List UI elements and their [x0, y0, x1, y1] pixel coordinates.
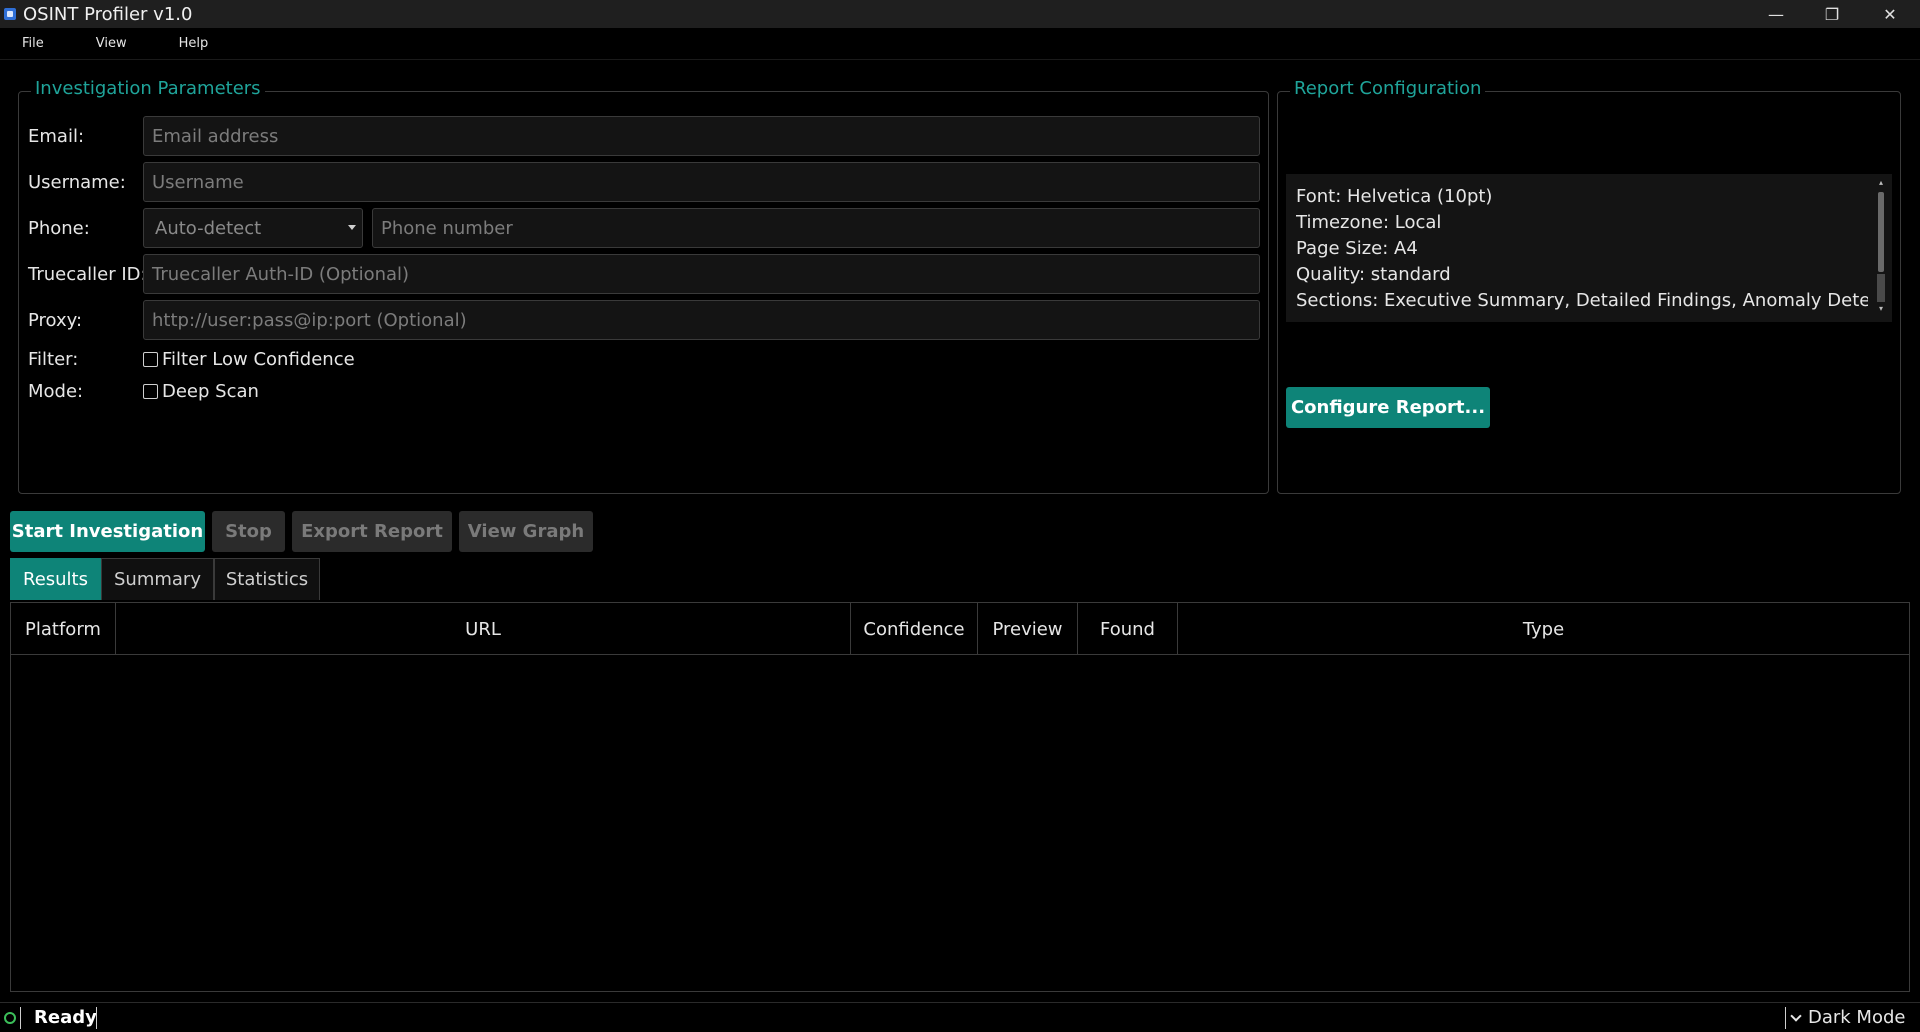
- report-line-page-size: Page Size: A4: [1296, 238, 1418, 259]
- report-line-quality: Quality: standard: [1296, 264, 1451, 285]
- menu-bar: File View Help: [0, 28, 1920, 60]
- column-preview[interactable]: Preview: [978, 603, 1078, 655]
- checkbox-box[interactable]: [143, 384, 158, 399]
- stop-button[interactable]: Stop: [212, 511, 285, 552]
- truecaller-placeholder: Truecaller Auth-ID (Optional): [152, 263, 410, 285]
- dark-mode-toggle[interactable]: Dark Mode: [1790, 1007, 1906, 1028]
- table-header: Platform URL Confidence Preview Found Ty…: [11, 603, 1909, 655]
- chevron-down-icon: [1790, 1009, 1802, 1022]
- report-line-font: Font: Helvetica (10pt): [1296, 186, 1493, 207]
- username-input[interactable]: Username: [143, 162, 1260, 202]
- column-found[interactable]: Found: [1078, 603, 1178, 655]
- report-configuration-title: Report Configuration: [1290, 78, 1486, 99]
- scroll-down-icon[interactable]: ▾: [1876, 304, 1886, 314]
- report-line-timezone: Timezone: Local: [1296, 212, 1442, 233]
- export-report-button[interactable]: Export Report: [292, 511, 452, 552]
- mode-label: Mode:: [28, 381, 84, 402]
- results-table[interactable]: Platform URL Confidence Preview Found Ty…: [10, 602, 1910, 992]
- view-graph-button[interactable]: View Graph: [459, 511, 593, 552]
- username-label: Username:: [28, 172, 126, 193]
- status-indicator-icon: [4, 1012, 16, 1024]
- minimize-icon[interactable]: —: [1748, 0, 1804, 28]
- report-lines: Font: Helvetica (10pt) Timezone: Local P…: [1296, 184, 1868, 314]
- column-platform[interactable]: Platform: [11, 603, 116, 655]
- menu-view[interactable]: View: [85, 36, 138, 51]
- report-line-sections: Sections: Executive Summary, Detailed Fi…: [1296, 290, 1868, 311]
- start-investigation-button[interactable]: Start Investigation: [10, 511, 205, 552]
- menu-file[interactable]: File: [11, 36, 55, 51]
- dark-mode-label: Dark Mode: [1808, 1007, 1906, 1028]
- status-divider: [96, 1007, 97, 1029]
- proxy-label: Proxy:: [28, 310, 83, 331]
- deep-scan-checkbox[interactable]: Deep Scan: [143, 381, 259, 402]
- maximize-icon[interactable]: ❐: [1804, 0, 1860, 28]
- proxy-placeholder: http://user:pass@ip:port (Optional): [152, 309, 467, 331]
- column-url[interactable]: URL: [116, 603, 851, 655]
- status-text: Ready: [34, 1007, 97, 1028]
- status-bar: Ready Dark Mode: [0, 1002, 1920, 1032]
- tab-statistics[interactable]: Statistics: [214, 558, 320, 600]
- proxy-input[interactable]: http://user:pass@ip:port (Optional): [143, 300, 1260, 340]
- phone-country-select[interactable]: Auto-detect: [143, 208, 363, 248]
- scrollbar-thumb[interactable]: [1878, 192, 1884, 272]
- username-placeholder: Username: [152, 171, 244, 193]
- scrollbar-track: [1877, 274, 1885, 302]
- column-confidence[interactable]: Confidence: [851, 603, 978, 655]
- close-icon[interactable]: ✕: [1862, 0, 1918, 28]
- email-label: Email:: [28, 126, 85, 147]
- filter-label: Filter:: [28, 349, 79, 370]
- menu-help[interactable]: Help: [168, 36, 220, 51]
- phone-input[interactable]: Phone number: [372, 208, 1260, 248]
- checkbox-box[interactable]: [143, 352, 158, 367]
- phone-placeholder: Phone number: [381, 217, 513, 239]
- title-bar: OSINT Profiler v1.0 — ❐ ✕: [0, 0, 1920, 28]
- chevron-down-icon: [348, 225, 356, 230]
- app-icon: [4, 8, 16, 20]
- report-summary-text[interactable]: Font: Helvetica (10pt) Timezone: Local P…: [1286, 174, 1892, 322]
- tab-results[interactable]: Results: [10, 558, 101, 600]
- window-title: OSINT Profiler v1.0: [23, 3, 193, 25]
- column-type[interactable]: Type: [1178, 603, 1909, 655]
- filter-low-confidence-checkbox[interactable]: Filter Low Confidence: [143, 349, 355, 370]
- investigation-parameters-title: Investigation Parameters: [31, 78, 265, 99]
- configure-report-button[interactable]: Configure Report...: [1286, 387, 1490, 428]
- truecaller-input[interactable]: Truecaller Auth-ID (Optional): [143, 254, 1260, 294]
- status-divider: [20, 1007, 21, 1029]
- phone-country-value: Auto-detect: [155, 217, 262, 239]
- email-placeholder: Email address: [152, 125, 279, 147]
- tab-summary[interactable]: Summary: [101, 558, 214, 600]
- filter-low-confidence-label: Filter Low Confidence: [162, 349, 355, 370]
- status-divider: [1785, 1007, 1786, 1029]
- truecaller-label: Truecaller ID:: [28, 264, 147, 285]
- email-input[interactable]: Email address: [143, 116, 1260, 156]
- phone-label: Phone:: [28, 218, 90, 239]
- deep-scan-label: Deep Scan: [162, 381, 259, 402]
- report-scrollbar[interactable]: ▴ ▾: [1876, 178, 1886, 316]
- scroll-up-icon[interactable]: ▴: [1876, 178, 1886, 188]
